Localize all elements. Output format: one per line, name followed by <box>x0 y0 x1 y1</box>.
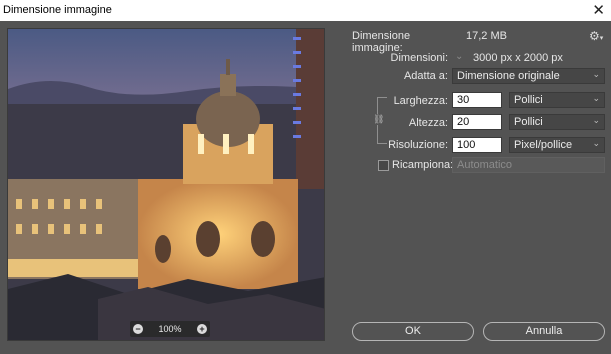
resample-select[interactable]: Automatico <box>452 157 605 173</box>
image-size-value: 17,2 MB <box>466 30 507 42</box>
close-icon[interactable]: ✕ <box>592 1 605 19</box>
cancel-button[interactable]: Annulla <box>483 322 605 341</box>
resolution-unit-select[interactable]: Pixel/pollice ⌄ <box>509 137 605 153</box>
chevron-down-icon: ⌄ <box>592 138 600 148</box>
height-unit-select[interactable]: Pollici ⌄ <box>509 114 605 130</box>
height-input[interactable]: 20 <box>452 114 502 130</box>
zoom-in-button[interactable]: + <box>197 324 207 334</box>
window-title: Dimensione immagine <box>3 4 112 16</box>
height-unit-value: Pollici <box>514 116 543 128</box>
zoom-out-button[interactable]: − <box>133 324 143 334</box>
resample-label: Ricampiona: <box>392 159 454 171</box>
dimensions-value: 3000 px x 2000 px <box>473 52 563 64</box>
zoom-level: 100% <box>158 324 182 334</box>
chevron-down-icon[interactable]: ⌄ <box>455 51 463 62</box>
image-size-label: Dimensione immagine: <box>352 30 411 54</box>
chevron-down-icon: ⌄ <box>592 93 600 103</box>
resolution-input[interactable]: 100 <box>452 137 502 153</box>
image-preview[interactable]: − 100% + <box>7 28 325 341</box>
resolution-unit-value: Pixel/pollice <box>514 139 573 151</box>
resample-select-value: Automatico <box>457 159 513 171</box>
dimensions-label: Dimensioni: <box>390 52 448 64</box>
resample-checkbox[interactable] <box>378 160 389 171</box>
title-bar: Dimensione immagine ✕ <box>0 0 611 21</box>
fit-label: Adatta a: <box>403 70 448 82</box>
chevron-down-icon: ⌄ <box>592 115 600 125</box>
height-label: Altezza: <box>408 117 448 129</box>
fit-select[interactable]: Dimensione originale ⌄ <box>452 68 605 84</box>
preview-photo <box>8 29 324 340</box>
resolution-label: Risoluzione: <box>388 139 448 151</box>
zoom-bar: − 100% + <box>130 321 210 337</box>
gear-icon[interactable]: ⚙▾ <box>589 29 603 43</box>
width-unit-value: Pollici <box>514 94 543 106</box>
width-label: Larghezza: <box>393 95 448 107</box>
width-input[interactable]: 30 <box>452 92 502 108</box>
ok-button[interactable]: OK <box>352 322 474 341</box>
chevron-down-icon: ⌄ <box>592 69 600 79</box>
width-unit-select[interactable]: Pollici ⌄ <box>509 92 605 108</box>
fit-select-value: Dimensione originale <box>457 70 560 82</box>
